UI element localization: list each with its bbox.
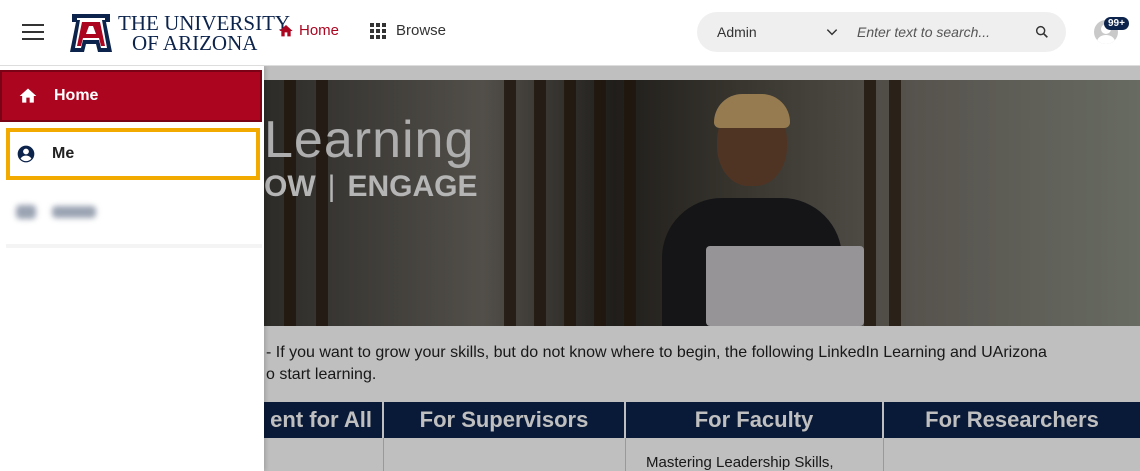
drawer-item-label: Me	[52, 145, 75, 162]
logo-line-2: OF ARIZONA	[132, 31, 258, 55]
drawer-item-obscured[interactable]	[0, 186, 262, 238]
home-icon	[279, 24, 293, 36]
search-scope-dropdown[interactable]: Admin	[697, 24, 847, 40]
obscured-icon	[16, 205, 36, 219]
account-circle-icon	[17, 145, 35, 163]
university-logo[interactable]: THE UNIVERSITY OF ARIZONA	[68, 10, 290, 56]
drawer-item-label: Home	[54, 87, 99, 104]
nav-browse-link[interactable]: Browse	[370, 22, 446, 39]
nav-home-link[interactable]: Home	[278, 22, 339, 39]
apps-grid-icon	[370, 22, 386, 39]
search-icon[interactable]	[1034, 24, 1050, 40]
side-drawer: Home Me	[0, 66, 264, 471]
menu-icon[interactable]	[22, 24, 44, 42]
block-a-logo-icon	[70, 14, 112, 52]
top-header: THE UNIVERSITY OF ARIZONA Home Browse Ad…	[0, 0, 1140, 66]
search-bar: Admin	[697, 12, 1066, 52]
logo-line-1: THE UNIVERSITY	[118, 11, 291, 35]
drawer-divider	[6, 244, 262, 248]
search-scope-value: Admin	[717, 24, 757, 40]
chevron-down-icon	[826, 29, 838, 36]
nav-browse-label: Browse	[396, 22, 447, 39]
drawer-item-home[interactable]: Home	[0, 70, 262, 122]
notification-badge: 99+	[1104, 17, 1129, 30]
drawer-item-me[interactable]: Me	[6, 128, 260, 180]
search-input[interactable]	[857, 24, 1017, 40]
nav-home-label: Home	[299, 22, 340, 39]
home-icon	[19, 88, 37, 103]
